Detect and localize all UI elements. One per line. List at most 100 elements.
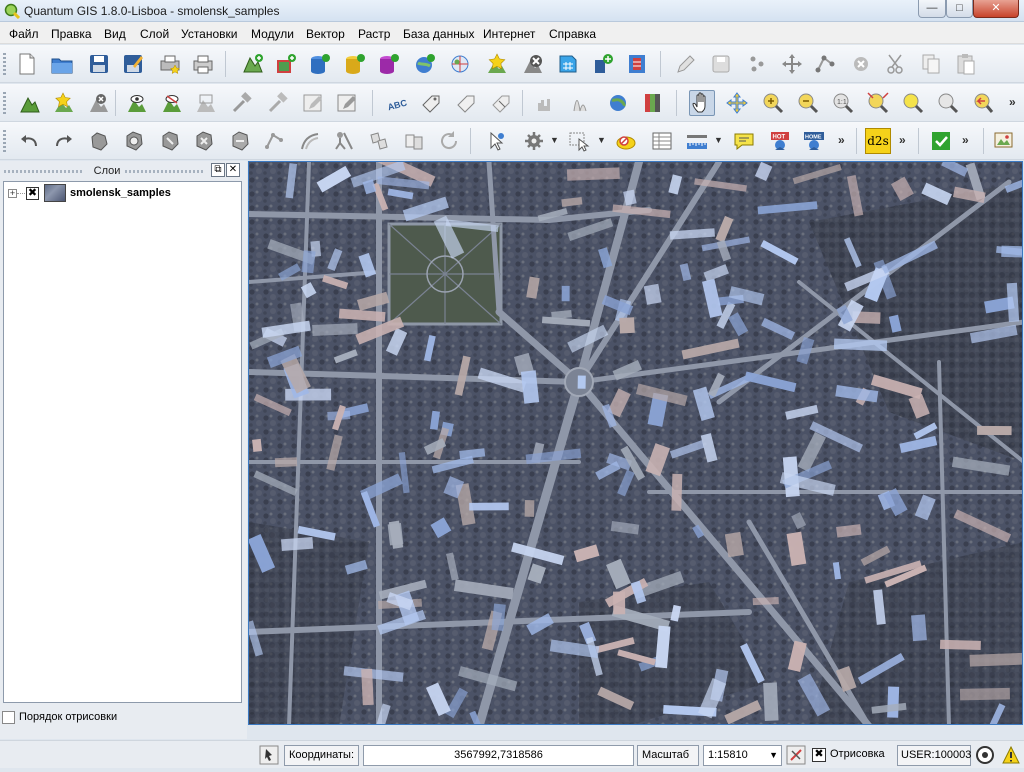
add-vector-layer-button[interactable] [240, 51, 266, 77]
add-wms-layer-button[interactable] [412, 51, 438, 77]
panel-grip[interactable] [125, 170, 205, 173]
offset-curve-button[interactable] [297, 128, 323, 154]
map-canvas[interactable] [248, 161, 1023, 725]
measure-button[interactable] [684, 128, 710, 154]
menu-settings[interactable]: Установки [181, 27, 237, 41]
simplify-feature-button[interactable] [86, 128, 112, 154]
layer-tree[interactable]: + ✖ smolensk_samples [3, 181, 242, 703]
label-tool-button[interactable]: ABC [384, 90, 410, 116]
select-dropdown-icon[interactable]: ▼ [597, 135, 606, 145]
toolbar-overflow-icon[interactable]: » [899, 133, 906, 147]
measure-line-button[interactable] [229, 90, 255, 116]
layer-name[interactable]: smolensk_samples [70, 187, 171, 199]
pan-to-selection-button[interactable] [724, 90, 750, 116]
deselect-all-button[interactable] [613, 128, 639, 154]
open-attribute-table-button[interactable] [649, 128, 675, 154]
local-histogram-button[interactable] [569, 90, 595, 116]
new-shapefile-button[interactable] [484, 51, 510, 77]
raster-info-button[interactable] [640, 90, 666, 116]
cut-features-button[interactable] [883, 51, 909, 77]
hide-all-layers-button[interactable] [159, 90, 185, 116]
maximize-button[interactable]: □ [946, 0, 973, 18]
new-print-composer-button[interactable] [157, 51, 183, 77]
node-tool-button[interactable] [813, 51, 839, 77]
reshape-features-button[interactable] [262, 128, 288, 154]
overview-add-button[interactable] [193, 90, 219, 116]
histogram-stretch-button[interactable] [534, 90, 560, 116]
projection-button[interactable] [975, 745, 997, 766]
new-project-button[interactable] [14, 51, 40, 77]
crs-status-button[interactable]: USER:100003 [897, 745, 971, 766]
measure-area-button[interactable] [265, 90, 291, 116]
split-features-button[interactable] [331, 128, 357, 154]
edit-layer-button[interactable] [300, 90, 326, 116]
remove-vector-button[interactable] [86, 90, 112, 116]
add-wcs-layer-button[interactable] [447, 51, 473, 77]
add-part-button[interactable] [157, 128, 183, 154]
layer-visibility-checkbox[interactable]: ✖ [26, 187, 39, 200]
delete-ring-button[interactable] [191, 128, 217, 154]
add-spatialite-layer-button[interactable] [342, 51, 368, 77]
expand-icon[interactable]: + [8, 189, 17, 198]
add-mssql-layer-button[interactable] [376, 51, 402, 77]
menu-layer[interactable]: Слой [140, 27, 169, 41]
move-feature-button[interactable] [779, 51, 805, 77]
stop-render-button[interactable] [786, 745, 808, 766]
run-feature-action-button[interactable] [521, 128, 547, 154]
float-panel-button[interactable]: ⧉ [211, 163, 225, 177]
messages-button[interactable] [1001, 745, 1023, 766]
menu-database[interactable]: База данных [403, 27, 474, 41]
menu-plugins[interactable]: Модули [251, 27, 294, 41]
toolbar-grip[interactable] [3, 130, 6, 152]
copy-features-button[interactable] [918, 51, 944, 77]
undo-button[interactable] [16, 128, 42, 154]
scale-combobox[interactable]: 1:15810 ▼ [703, 745, 782, 766]
coordinate-toggle-button[interactable] [259, 745, 281, 766]
show-all-layers-button[interactable] [124, 90, 150, 116]
close-panel-button[interactable]: ✕ [226, 163, 240, 177]
save-edits-button[interactable] [708, 51, 734, 77]
coordinates-field[interactable]: 3567992,7318586 [363, 745, 634, 766]
identify-features-button[interactable] [484, 128, 510, 154]
move-label-button[interactable] [488, 90, 514, 116]
zoom-last-button[interactable] [970, 90, 996, 116]
add-postgis-layer-button[interactable] [307, 51, 333, 77]
measure-dropdown-icon[interactable]: ▼ [714, 135, 723, 145]
remove-layer-button[interactable] [520, 51, 546, 77]
menu-vector[interactable]: Вектор [306, 27, 345, 41]
redo-button[interactable] [51, 128, 77, 154]
select-features-button[interactable] [566, 128, 592, 154]
zoom-to-layer-button[interactable] [900, 90, 926, 116]
toolbar-overflow-icon[interactable]: » [838, 133, 845, 147]
georeferencer-button[interactable] [605, 90, 631, 116]
save-as-button[interactable] [120, 51, 146, 77]
zoom-in-button[interactable] [760, 90, 786, 116]
show-bookmarks-button[interactable]: HOME [801, 128, 827, 154]
menu-edit[interactable]: Правка [51, 27, 92, 41]
menu-file[interactable]: Файл [9, 27, 39, 41]
action-dropdown-icon[interactable]: ▼ [550, 135, 559, 145]
zoom-out-button[interactable] [795, 90, 821, 116]
zoom-full-button[interactable] [865, 90, 891, 116]
add-feature-button[interactable] [744, 51, 770, 77]
merge-features-button[interactable] [366, 128, 392, 154]
new-bookmark-button[interactable]: HOT [767, 128, 793, 154]
save-project-button[interactable] [86, 51, 112, 77]
paste-features-button[interactable] [953, 51, 979, 77]
toolbar-grip[interactable] [3, 92, 6, 114]
add-delimited-text-button[interactable] [624, 51, 650, 77]
menu-web[interactable]: Интернет [483, 27, 535, 41]
add-layer-button[interactable] [17, 90, 43, 116]
toolbar-overflow-icon[interactable]: » [962, 133, 969, 147]
d2s-plugin-button[interactable]: d2s [865, 128, 891, 154]
export-image-button[interactable] [991, 128, 1017, 154]
composer-manager-button[interactable] [190, 51, 216, 77]
close-button[interactable]: ✕ [973, 0, 1019, 18]
menu-view[interactable]: Вид [104, 27, 126, 41]
render-checkbox[interactable]: ✖ [812, 748, 826, 762]
menu-help[interactable]: Справка [549, 27, 596, 41]
add-ring-button[interactable] [121, 128, 147, 154]
show-hide-labels-button[interactable] [453, 90, 479, 116]
plugin-check-button[interactable] [928, 128, 954, 154]
toolbar-overflow-icon[interactable]: » [1009, 95, 1016, 109]
